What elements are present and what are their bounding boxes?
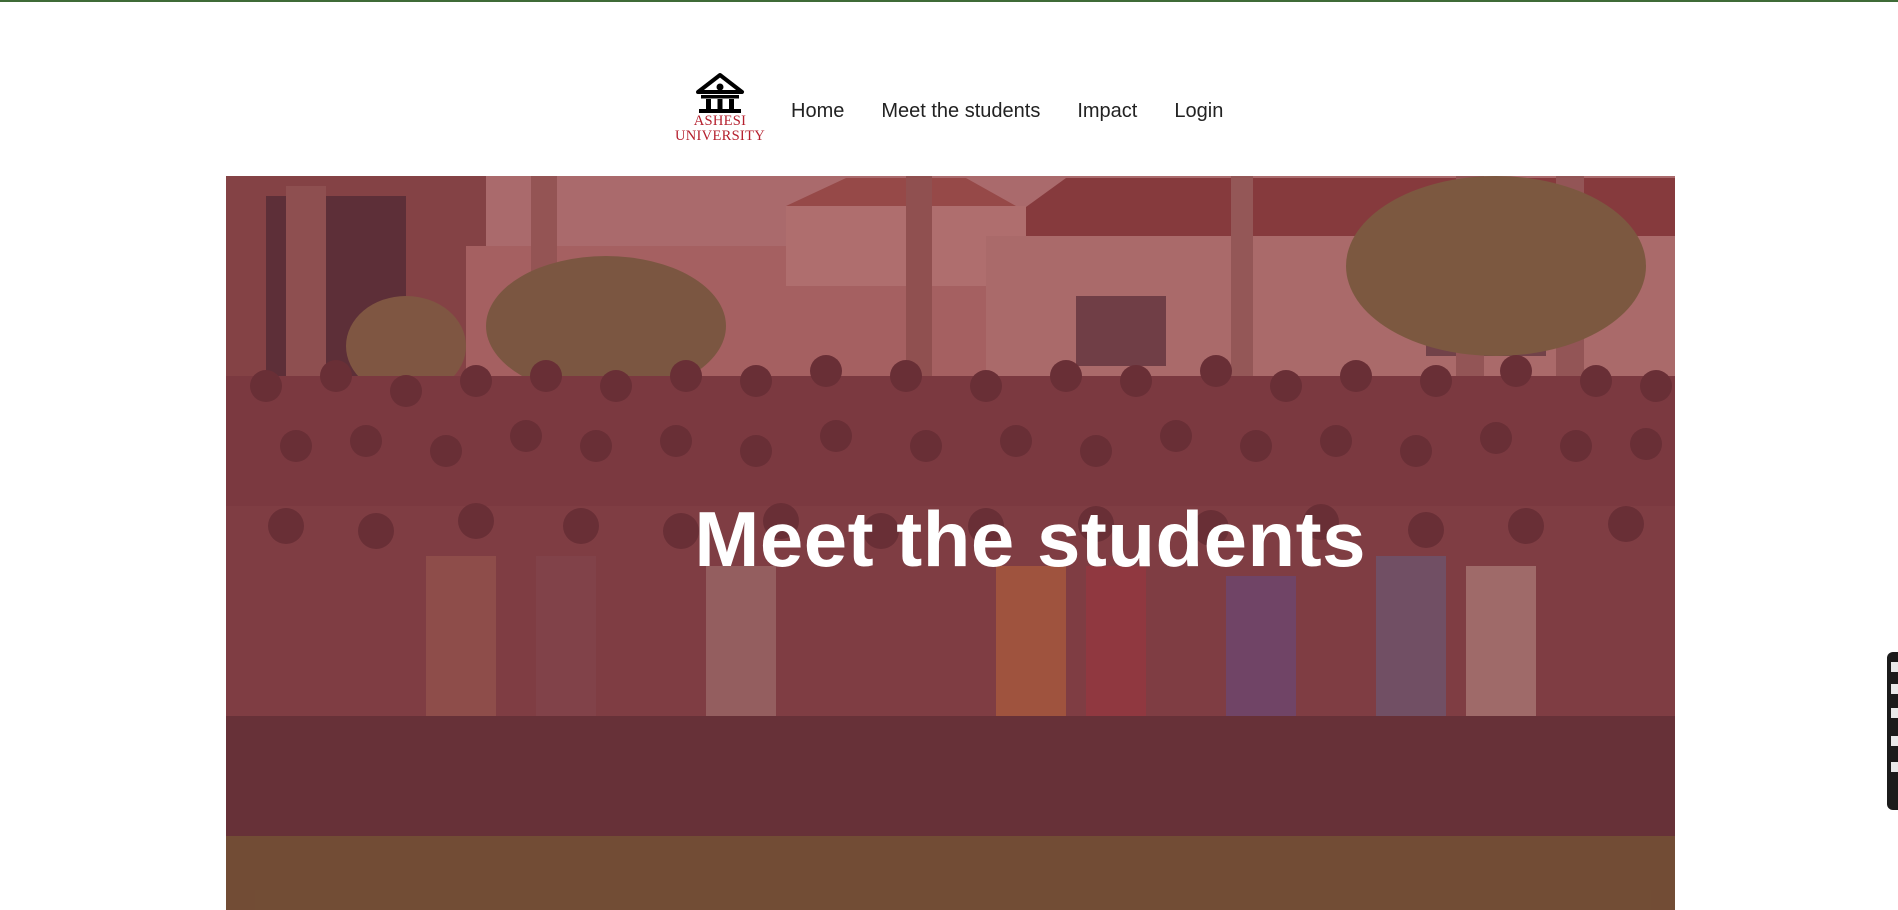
nav-impact[interactable]: Impact — [1077, 100, 1137, 123]
hero-banner: Meet the students — [226, 176, 1675, 910]
copy-icon[interactable] — [1891, 736, 1898, 746]
nav-meet-the-students[interactable]: Meet the students — [881, 100, 1040, 123]
nav-home[interactable]: Home — [791, 100, 844, 123]
floating-side-toolbar[interactable] — [1887, 652, 1898, 810]
top-border — [0, 0, 1898, 2]
university-building-icon — [696, 73, 744, 113]
square-icon[interactable] — [1891, 684, 1898, 694]
ashesi-logo[interactable]: ASHESI UNIVERSITY — [672, 72, 768, 156]
square-icon-2[interactable] — [1891, 708, 1898, 718]
main-nav: Home Meet the students Impact Login — [791, 100, 1260, 123]
nav-login[interactable]: Login — [1174, 100, 1223, 123]
puzzle-icon[interactable] — [1891, 762, 1898, 772]
brand-line-1: ASHESI — [693, 113, 747, 129]
navbar: ASHESI UNIVERSITY Home Meet the students… — [0, 72, 1898, 156]
settings-icon[interactable] — [1891, 662, 1898, 672]
brand-line-2: UNIVERSITY — [675, 128, 765, 144]
hero-title: Meet the students — [694, 495, 1366, 583]
